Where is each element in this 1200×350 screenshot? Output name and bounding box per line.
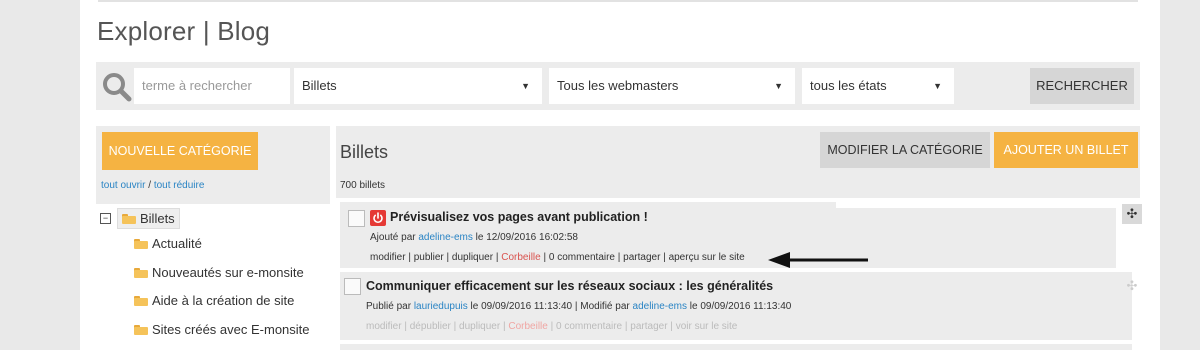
- section-title: Billets: [340, 142, 389, 162]
- chevron-down-icon: ▼: [521, 81, 530, 91]
- view-link[interactable]: voir sur le site: [676, 321, 738, 332]
- sep: |: [401, 321, 410, 332]
- list-item[interactable]: [340, 344, 1132, 350]
- modify-link[interactable]: modifier: [370, 252, 406, 263]
- select-checkbox[interactable]: [344, 278, 361, 295]
- tree-item[interactable]: Aide à la création de site: [134, 293, 294, 308]
- search-icon: [100, 70, 134, 104]
- tree-item[interactable]: Sites créés avec E-monsite: [134, 322, 310, 337]
- meta-mid: le 09/09/2016 11:13:40 | Modifié par: [467, 301, 633, 312]
- tree-root-item[interactable]: Billets: [117, 208, 180, 229]
- duplicate-link[interactable]: dupliquer: [459, 321, 500, 332]
- search-bar: terme à rechercher Billets ▼ Tous les we…: [96, 62, 1140, 110]
- tree-controls-separator: /: [145, 180, 154, 191]
- author-link[interactable]: lauriedupuis: [414, 301, 468, 312]
- meta-prefix: Ajouté par: [370, 232, 419, 243]
- unpublish-link[interactable]: dépublier: [410, 321, 451, 332]
- meta-date: le 09/09/2016 11:13:40: [687, 301, 792, 312]
- sep: |: [443, 252, 452, 263]
- post-actions: modifier | publier | dupliquer | Corbeil…: [370, 252, 745, 263]
- category-sidebar: NOUVELLE CATÉGORIE tout ouvrir / tout ré…: [96, 126, 330, 350]
- expand-all-link[interactable]: tout ouvrir: [101, 180, 145, 191]
- annotation-arrow-icon: [768, 252, 868, 268]
- tree-root-label: Billets: [140, 211, 175, 226]
- post-title[interactable]: Prévisualisez vos pages avant publicatio…: [390, 210, 648, 224]
- top-divider: [98, 0, 1138, 2]
- tree-root: − Billets: [100, 208, 180, 229]
- comments-link[interactable]: 0 commentaire: [556, 321, 622, 332]
- type-select[interactable]: Billets ▼: [294, 68, 542, 104]
- preview-link[interactable]: aperçu sur le site: [669, 252, 745, 263]
- trash-link[interactable]: Corbeille: [501, 252, 540, 263]
- post-meta: Ajouté par adeline-ems le 12/09/2016 16:…: [370, 232, 578, 243]
- sep: |: [493, 252, 502, 263]
- tree-item-label: Sites créés avec E-monsite: [152, 322, 310, 337]
- folder-icon: [134, 295, 148, 306]
- modify-category-button[interactable]: MODIFIER LA CATÉGORIE: [820, 132, 990, 168]
- search-input[interactable]: terme à rechercher: [134, 68, 290, 104]
- share-link[interactable]: partager: [630, 321, 667, 332]
- folder-icon: [134, 238, 148, 249]
- post-list: Prévisualisez vos pages avant publicatio…: [336, 198, 1142, 350]
- tree-item-label: Actualité: [152, 236, 202, 251]
- modifier-link[interactable]: adeline-ems: [633, 301, 687, 312]
- status-select-value: tous les états: [810, 78, 887, 93]
- duplicate-link[interactable]: dupliquer: [452, 252, 493, 263]
- sep: |: [615, 252, 624, 263]
- tree-controls: tout ouvrir / tout réduire: [101, 180, 204, 191]
- select-checkbox[interactable]: [348, 210, 365, 227]
- power-icon[interactable]: [370, 210, 386, 226]
- meta-date: le 12/09/2016 16:02:58: [472, 232, 578, 243]
- app-panel: Explorer | Blog terme à rechercher Bille…: [80, 0, 1160, 350]
- add-post-button[interactable]: AJOUTER UN BILLET: [994, 132, 1138, 168]
- collapse-all-link[interactable]: tout réduire: [154, 180, 205, 191]
- post-meta: Publié par lauriedupuis le 09/09/2016 11…: [366, 301, 791, 312]
- sep: |: [405, 252, 414, 263]
- page-title: Explorer | Blog: [97, 16, 271, 46]
- move-icon[interactable]: ✣: [1122, 276, 1142, 296]
- tree-item-label: Aide à la création de site: [152, 293, 295, 308]
- sep: |: [540, 252, 549, 263]
- list-item-extension: [836, 208, 1116, 268]
- collapse-toggle-icon[interactable]: −: [100, 213, 111, 224]
- post-actions: modifier | dépublier | dupliquer | Corbe…: [366, 321, 737, 332]
- search-button[interactable]: RECHERCHER: [1030, 68, 1134, 104]
- author-link[interactable]: adeline-ems: [418, 232, 472, 243]
- list-item[interactable]: Prévisualisez vos pages avant publicatio…: [340, 202, 836, 268]
- folder-icon: [134, 324, 148, 335]
- publish-link[interactable]: publier: [414, 252, 444, 263]
- category-tree: − Billets Actualité Nouveautés sur e-mon…: [96, 204, 330, 350]
- sep: |: [547, 321, 556, 332]
- folder-icon: [134, 267, 148, 278]
- comments-link[interactable]: 0 commentaire: [549, 252, 615, 263]
- chevron-down-icon: ▼: [774, 81, 783, 91]
- sep: |: [660, 252, 669, 263]
- modify-link[interactable]: modifier: [366, 321, 402, 332]
- post-count: 700 billets: [340, 180, 386, 191]
- list-item[interactable]: Communiquer efficacement sur les réseaux…: [340, 272, 1137, 340]
- sep: |: [450, 321, 460, 332]
- chevron-down-icon: ▼: [933, 81, 942, 91]
- webmaster-select[interactable]: Tous les webmasters ▼: [549, 68, 795, 104]
- folder-icon: [122, 213, 136, 224]
- status-select[interactable]: tous les états ▼: [802, 68, 954, 104]
- trash-link[interactable]: Corbeille: [508, 321, 547, 332]
- type-select-value: Billets: [302, 78, 337, 93]
- posts-panel: Billets MODIFIER LA CATÉGORIE AJOUTER UN…: [336, 126, 1142, 350]
- post-title[interactable]: Communiquer efficacement sur les réseaux…: [366, 279, 773, 293]
- move-icon[interactable]: ✣: [1122, 204, 1142, 224]
- new-category-button[interactable]: NOUVELLE CATÉGORIE: [102, 132, 258, 170]
- tree-item-label: Nouveautés sur e-monsite: [152, 265, 304, 280]
- meta-prefix: Publié par: [366, 301, 414, 312]
- tree-item[interactable]: Nouveautés sur e-monsite: [134, 265, 304, 280]
- webmaster-select-value: Tous les webmasters: [557, 78, 679, 93]
- share-link[interactable]: partager: [623, 252, 660, 263]
- sep: |: [667, 321, 676, 332]
- tree-item[interactable]: Actualité: [134, 236, 202, 251]
